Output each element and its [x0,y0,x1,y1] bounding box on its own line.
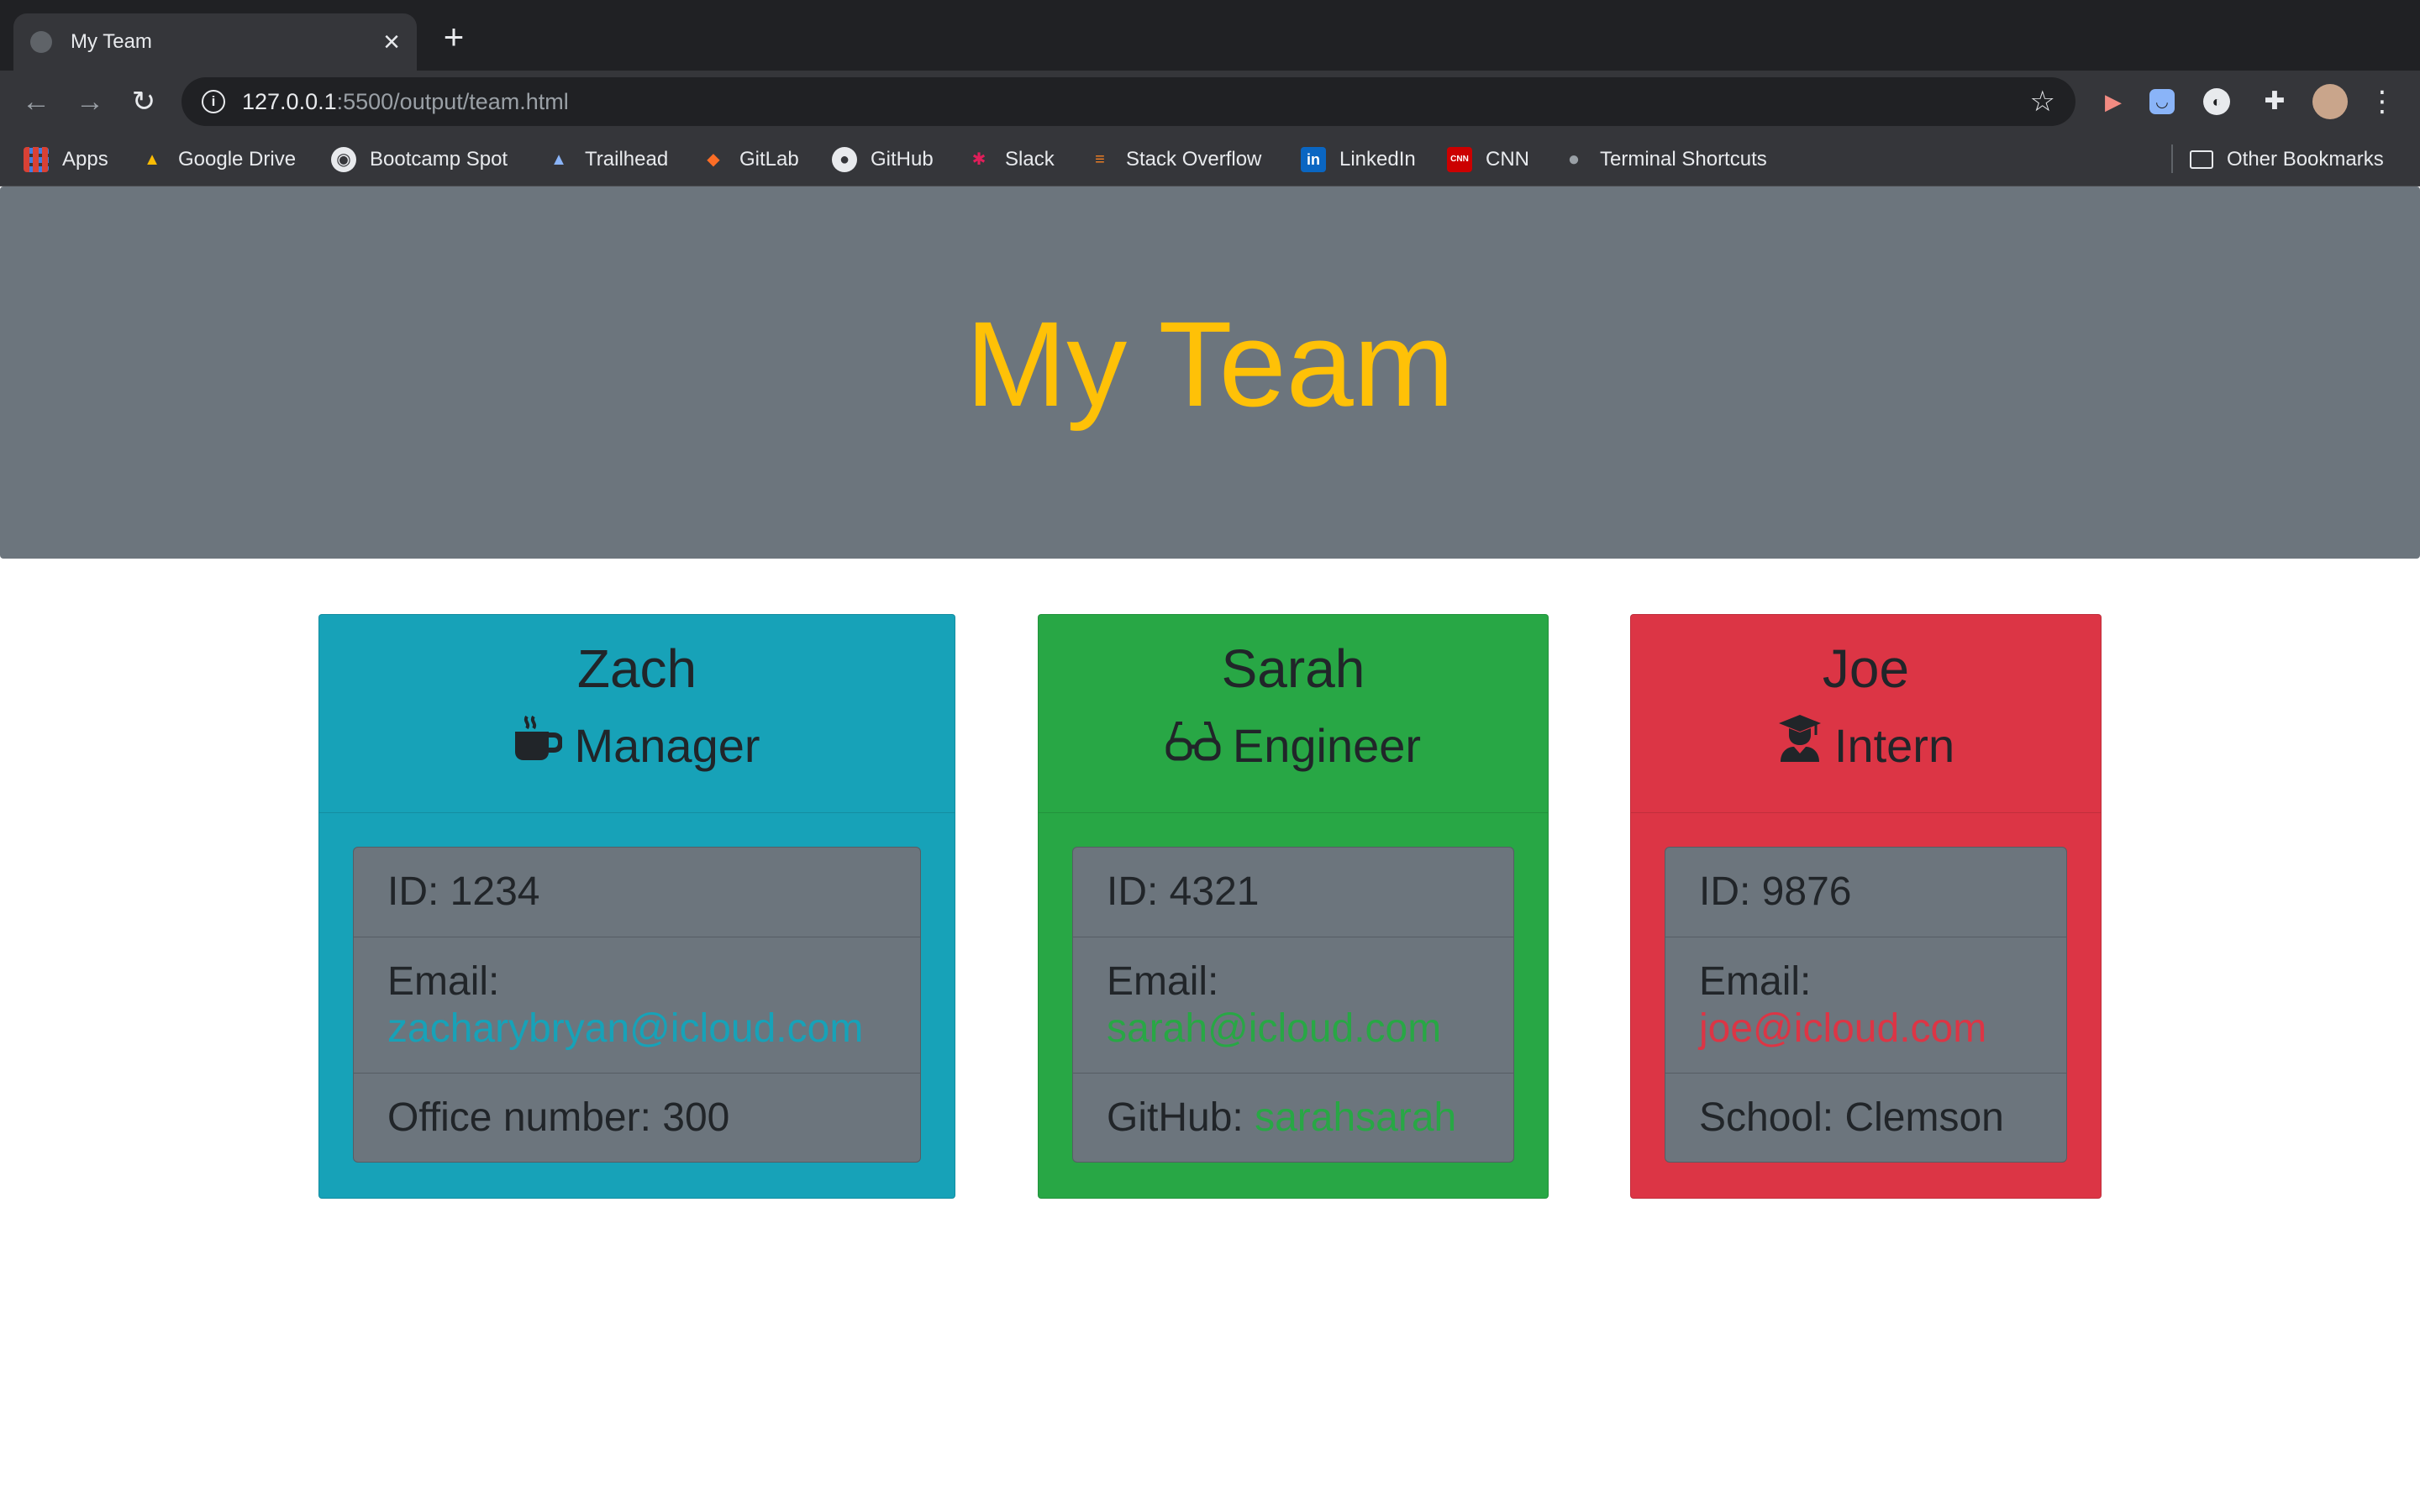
header-banner: My Team [0,186,2420,559]
graduate-icon [1777,712,1823,780]
trailhead-icon: ▲ [550,150,567,169]
extension-video-icon[interactable]: ▶ [2096,84,2131,119]
linkedin-icon: in [1301,147,1326,172]
globe-icon [30,31,52,53]
employee-id: ID: 1234 [387,869,540,914]
gitlab-icon: ◆ [707,150,720,169]
tab-title: My Team [71,30,152,53]
apps-grid-icon [24,147,49,172]
folder-icon [2190,150,2213,169]
bookmark-linkedin[interactable]: in LinkedIn [1301,143,1416,176]
apple-icon: ● [1567,148,1581,171]
bookmark-trailhead[interactable]: ▲ Trailhead [546,143,668,176]
glasses-icon [1165,712,1221,780]
card-header: Sarah Engineer [1039,615,1548,813]
address-bar[interactable]: i 127.0.0.1:5500/output/team.html ☆ [182,77,2075,126]
employee-name: Joe [1822,638,1910,699]
info-list: ID: 4321 Email: sarah@icloud.com GitHub:… [1072,847,1514,1163]
bookmark-slack[interactable]: ✱ Slack [966,143,1055,176]
github-icon: ● [832,147,857,172]
github-profile: GitHub: sarahsarah [1073,1073,1513,1162]
info-list: ID: 1234 Email: zacharybryan@icloud.com … [353,847,921,1163]
site-info-icon[interactable]: i [202,90,225,113]
bookmark-other-bookmarks[interactable]: Other Bookmarks [2190,143,2384,176]
employee-id: ID: 9876 [1699,869,1852,914]
slack-icon: ✱ [971,150,986,169]
stack-overflow-icon: ≡ [1095,150,1105,169]
bookmarks-separator [2171,144,2173,173]
coffee-mug-icon [513,712,564,780]
page-title: My Team [965,296,1455,432]
profile-avatar[interactable] [2312,84,2348,119]
employee-email: Email: zacharybryan@icloud.com [354,937,920,1073]
new-tab-button[interactable]: + [437,19,471,55]
team-card-engineer: Sarah Engineer ID: 4321 Email: sarah@icl… [1038,614,1549,1199]
email-link[interactable]: joe@icloud.com [1699,1005,2033,1053]
globe-icon: ◉ [331,147,356,172]
bookmark-gitlab[interactable]: ◆ GitLab [701,143,798,176]
team-card-intern: Joe Intern ID: 9876 Email: joe@icloud.co… [1630,614,2102,1199]
employee-role: Manager [319,712,955,780]
bookmarks-bar: Apps ▲ Google Drive ◉ Bootcamp Spot ▲ Tr… [0,133,2420,186]
cnn-icon: CNN [1447,147,1472,172]
school: School: Clemson [1665,1073,2066,1162]
back-button[interactable]: ← [18,84,54,119]
browser-tab[interactable]: My Team × [13,13,417,71]
employee-email: Email: joe@icloud.com [1665,937,2066,1073]
employee-email: Email: sarah@icloud.com [1073,937,1513,1073]
browser-tab-strip: My Team × + [0,0,2420,71]
close-icon[interactable]: × [383,28,400,56]
employee-name: Zach [576,638,697,699]
card-header: Joe Intern [1631,615,2101,813]
bookmark-github[interactable]: ● GitHub [832,143,934,176]
bookmark-apps[interactable]: Apps [24,143,108,176]
reload-button[interactable]: ↻ [126,84,161,119]
card-header: Zach Manager [319,615,955,813]
extension-ghost-icon[interactable]: ◡ [2149,89,2175,114]
employee-role: Intern [1631,712,2101,780]
forward-button[interactable]: → [72,84,108,119]
browser-toolbar: ← → ↻ i 127.0.0.1:5500/output/team.html … [0,71,2420,133]
employee-id: ID: 4321 [1107,869,1260,914]
extensions-puzzle-icon[interactable]: ✚ [2257,84,2292,119]
github-link[interactable]: sarahsarah [1255,1095,1456,1140]
email-link[interactable]: sarah@icloud.com [1107,1005,1480,1053]
email-link[interactable]: zacharybryan@icloud.com [387,1005,886,1053]
bookmark-bootcamp-spot[interactable]: ◉ Bootcamp Spot [331,143,508,176]
menu-kebab-icon[interactable]: ⋮ [2365,84,2400,119]
page-content: My Team Zach Manager ID: 1234 Email: zac… [0,186,2420,1512]
bookmark-star-icon[interactable]: ☆ [2030,85,2055,118]
google-drive-icon: ▲ [144,150,160,169]
bookmark-cnn[interactable]: CNN CNN [1447,143,1529,176]
team-card-manager: Zach Manager ID: 1234 Email: zacharybrya… [318,614,955,1199]
bookmark-google-drive[interactable]: ▲ Google Drive [139,143,296,176]
bookmark-terminal-shortcuts[interactable]: ● Terminal Shortcuts [1561,143,1767,176]
employee-name: Sarah [1221,638,1365,699]
office-number: Office number: 300 [354,1073,920,1162]
employee-role: Engineer [1039,712,1548,780]
bookmark-stack-overflow[interactable]: ≡ Stack Overflow [1087,143,1261,176]
info-list: ID: 9876 Email: joe@icloud.com School: C… [1665,847,2067,1163]
extension-circle-icon[interactable]: ◐ [2203,88,2230,115]
url-text[interactable]: 127.0.0.1:5500/output/team.html [242,89,2030,115]
